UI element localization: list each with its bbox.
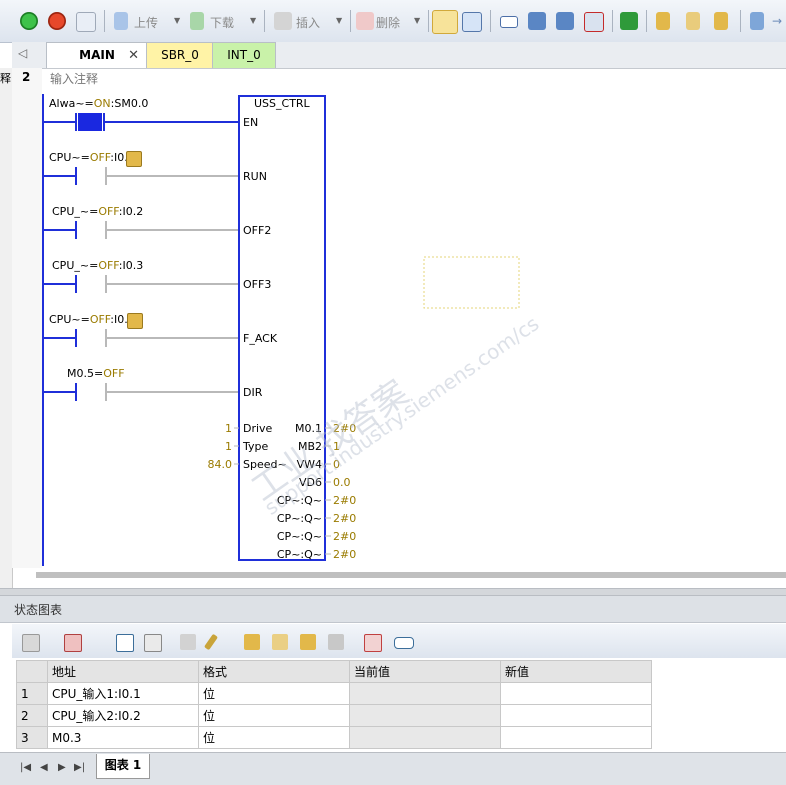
- pin-out-1: M0.1: [295, 422, 322, 435]
- rung-off2: [43, 221, 239, 239]
- prev-sheet-icon[interactable]: ◀: [40, 762, 48, 773]
- contact-en-fill: [78, 113, 102, 131]
- pin-off2: OFF2: [243, 224, 272, 237]
- col-current[interactable]: 当前值: [349, 660, 501, 683]
- pause-icon[interactable]: [144, 634, 162, 652]
- col-new[interactable]: 新值: [500, 660, 652, 683]
- pin-off3: OFF3: [243, 278, 272, 291]
- pin-run: RUN: [243, 170, 267, 183]
- status-chart-table: 地址 格式 当前值 新值 1 CPU_输入1:I0.1 位 2 CPU_输入2:…: [16, 660, 652, 749]
- rung-run: [43, 167, 239, 185]
- pin-dir: DIR: [243, 386, 263, 399]
- last-sheet-icon[interactable]: ▶|: [74, 762, 85, 773]
- add-row-icon[interactable]: [22, 634, 40, 652]
- lock-icon: [126, 151, 142, 167]
- pin-out-7: CP~:Q~: [276, 530, 322, 543]
- trend-icon[interactable]: [180, 634, 196, 650]
- status-chart-header: 状态图表: [0, 596, 786, 623]
- contact-label-fack[interactable]: CPU~=OFF:I0.4: [49, 313, 135, 326]
- contact-label-en[interactable]: Alwa~=ON:SM0.0: [49, 97, 148, 110]
- uss-ctrl-block: [238, 95, 326, 561]
- out-value-3: 0: [333, 458, 340, 471]
- lock-icon: [127, 313, 143, 329]
- pin-out-5: CP~:Q~: [276, 494, 322, 507]
- cell-current: [349, 726, 501, 749]
- pane-splitter[interactable]: [0, 588, 786, 596]
- cell-current: [349, 704, 501, 727]
- cell-address[interactable]: CPU_输入2:I0.2: [47, 704, 199, 727]
- cell-new[interactable]: [500, 704, 652, 727]
- sheet-tab-chart1[interactable]: 图表 1: [96, 754, 150, 779]
- cell-current: [349, 682, 501, 705]
- read-forced-icon[interactable]: [328, 634, 344, 650]
- cell-format[interactable]: 位: [198, 726, 350, 749]
- param-value-drive[interactable]: 1: [200, 422, 232, 435]
- rung-off3: [43, 275, 239, 293]
- table-row: 2 CPU_输入2:I0.2 位: [16, 704, 652, 727]
- single-read-icon[interactable]: [116, 634, 134, 652]
- cell-format[interactable]: 位: [198, 704, 350, 727]
- out-value-2: 1: [333, 440, 340, 453]
- pin-type: Type: [243, 440, 269, 453]
- table-row: 3 M0.3 位: [16, 726, 652, 749]
- cell-new[interactable]: [500, 726, 652, 749]
- pin-out-3: VW4: [296, 458, 322, 471]
- unlock-icon[interactable]: [272, 634, 288, 650]
- first-sheet-icon[interactable]: |◀: [20, 762, 31, 773]
- display-icon[interactable]: [394, 637, 414, 649]
- cell-address[interactable]: M0.3: [47, 726, 199, 749]
- rung-dir: [43, 383, 239, 401]
- col-address[interactable]: 地址: [47, 660, 199, 683]
- cell-new[interactable]: [500, 682, 652, 705]
- block-title: USS_CTRL: [254, 97, 310, 110]
- pin-out-6: CP~:Q~: [276, 512, 322, 525]
- contact-label-run[interactable]: CPU~=OFF:I0.1: [49, 151, 135, 164]
- force-all-icon[interactable]: [300, 634, 316, 650]
- out-value-7: 2#0: [333, 530, 357, 543]
- pin-fack: F_ACK: [243, 332, 278, 345]
- selection-box: [423, 256, 520, 309]
- contact-label-off2[interactable]: CPU_~=OFF:I0.2: [52, 205, 143, 218]
- out-value-5: 2#0: [333, 494, 357, 507]
- out-value-6: 2#0: [333, 512, 357, 525]
- param-value-speed[interactable]: 84.0: [196, 458, 233, 471]
- col-format[interactable]: 格式: [198, 660, 350, 683]
- out-value-4: 0.0: [333, 476, 351, 489]
- pin-out-4: VD6: [299, 476, 322, 489]
- ladder-diagram: [42, 94, 520, 566]
- rung-fack: [43, 329, 239, 347]
- delete-row-icon[interactable]: [64, 634, 82, 652]
- pin-out-8: CP~:Q~: [276, 548, 322, 561]
- next-sheet-icon[interactable]: ▶: [58, 762, 66, 773]
- cell-format[interactable]: 位: [198, 682, 350, 705]
- lock-icon[interactable]: [244, 634, 260, 650]
- cell-address[interactable]: CPU_输入1:I0.1: [47, 682, 199, 705]
- table-row: 1 CPU_输入1:I0.1 位: [16, 682, 652, 705]
- horizontal-scrollbar[interactable]: [36, 572, 786, 578]
- status-chart-title: 状态图表: [14, 603, 63, 617]
- contact-label-off3[interactable]: CPU_~=OFF:I0.3: [52, 259, 143, 272]
- param-value-type[interactable]: 1: [200, 440, 232, 453]
- contact-label-dir[interactable]: M0.5=OFF: [67, 367, 125, 380]
- pin-en: EN: [243, 116, 259, 129]
- pin-out-2: MB2: [297, 440, 322, 453]
- out-value-1: 2#0: [333, 422, 357, 435]
- chart-icon[interactable]: [364, 634, 382, 652]
- out-value-8: 2#0: [333, 548, 357, 561]
